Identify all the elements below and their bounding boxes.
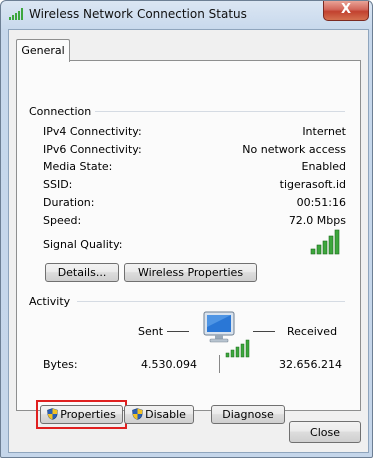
close-button[interactable]: Close	[289, 421, 361, 443]
title-bar[interactable]: Wireless Network Connection Status X	[1, 1, 372, 27]
general-tab-panel: Connection IPv4 Connectivity: Internet I…	[16, 60, 361, 429]
speed-label: Speed:	[43, 214, 82, 227]
bytes-label: Bytes:	[43, 358, 78, 371]
ipv4-value: Internet	[302, 125, 346, 138]
bytes-sent-value: 4.530.094	[141, 358, 197, 371]
uac-shield-icon	[132, 408, 143, 420]
signal-quality-label: Signal Quality:	[43, 238, 123, 251]
activity-separator	[77, 301, 345, 302]
ipv6-label: IPv6 Connectivity:	[43, 143, 142, 156]
duration-value: 00:51:16	[296, 196, 346, 209]
status-window: Wireless Network Connection Status X Gen…	[0, 0, 373, 458]
ipv4-label: IPv4 Connectivity:	[43, 125, 142, 138]
properties-button-label: Properties	[60, 408, 116, 421]
wireless-signal-icon	[9, 8, 23, 20]
ssid-label: SSID:	[43, 178, 73, 191]
received-line	[253, 331, 275, 332]
tab-general[interactable]: General	[16, 39, 70, 62]
disable-button-label: Disable	[145, 408, 186, 421]
activity-section-label: Activity	[29, 295, 75, 308]
diagnose-button[interactable]: Diagnose	[211, 405, 285, 424]
wireless-properties-button[interactable]: Wireless Properties	[124, 263, 257, 282]
disable-button[interactable]: Disable	[124, 405, 194, 424]
title-close-button[interactable]: X	[323, 1, 369, 21]
ipv6-value: No network access	[242, 143, 346, 156]
connection-section-label: Connection	[29, 105, 96, 118]
dialog-client-area: General Connection IPv4 Connectivity: In…	[8, 29, 369, 453]
duration-label: Duration:	[43, 196, 95, 209]
network-computer-icon	[203, 311, 250, 358]
ssid-value: tigerasoft.id	[279, 178, 346, 191]
window-title: Wireless Network Connection Status	[29, 7, 247, 21]
uac-shield-icon	[47, 408, 59, 420]
sent-line	[167, 331, 189, 332]
bytes-received-value: 32.656.214	[279, 358, 342, 371]
media-state-value: Enabled	[301, 160, 346, 173]
signal-quality-bars-icon	[310, 229, 340, 255]
speed-value: 72.0 Mbps	[288, 214, 346, 227]
sent-label: Sent	[138, 325, 164, 338]
properties-button[interactable]: Properties	[40, 405, 123, 424]
details-button[interactable]: Details...	[45, 263, 119, 282]
activity-divider	[219, 355, 220, 373]
received-label: Received	[287, 325, 338, 338]
media-state-label: Media State:	[43, 160, 113, 173]
connection-separator	[87, 111, 345, 112]
